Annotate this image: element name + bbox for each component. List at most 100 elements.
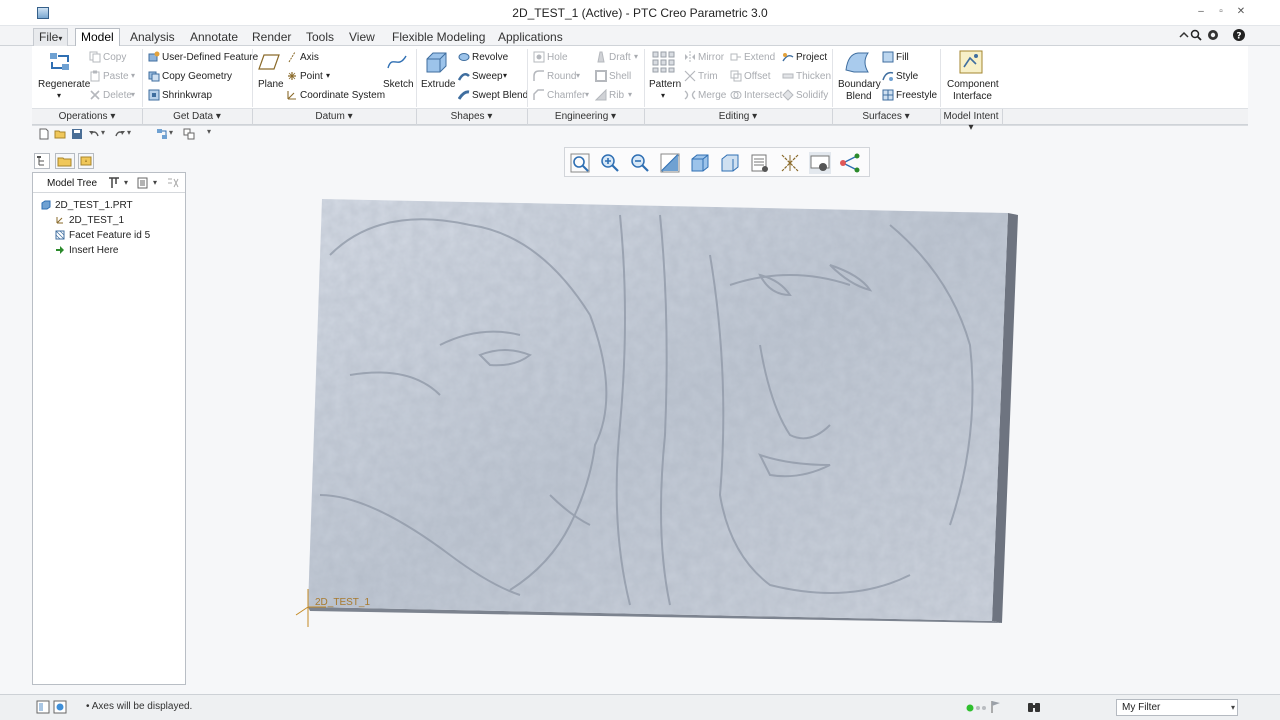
udf-button[interactable]: User-Defined Feature <box>162 52 258 63</box>
tab-model[interactable]: Model <box>75 28 120 46</box>
draft-dropdown[interactable]: ▾ <box>634 52 638 61</box>
offset-button[interactable]: Offset <box>744 71 771 82</box>
round-dropdown[interactable]: ▾ <box>576 71 580 80</box>
group-surfaces[interactable]: Surfaces ▾ <box>832 111 940 122</box>
chamfer-dropdown[interactable]: ▾ <box>585 90 589 99</box>
paste-button[interactable]: Paste <box>103 71 129 82</box>
group-shapes[interactable]: Shapes ▾ <box>416 111 527 122</box>
refit-icon[interactable] <box>569 152 591 174</box>
help-icon[interactable]: ? <box>1232 28 1246 42</box>
tab-flexible-modeling[interactable]: Flexible Modeling <box>386 28 491 46</box>
repaint-icon[interactable] <box>659 152 681 174</box>
flag-icon[interactable] <box>990 700 1002 714</box>
tab-file[interactable]: File▾ <box>33 28 69 46</box>
zoom-in-icon[interactable] <box>599 152 621 174</box>
group-editing[interactable]: Editing ▾ <box>644 111 832 122</box>
group-model-intent[interactable]: Model Intent ▾ <box>940 111 1002 133</box>
style-button[interactable]: Style <box>896 71 918 82</box>
sweep-button[interactable]: Sweep <box>472 71 503 82</box>
coordinate-system-button[interactable]: Coordinate System <box>300 90 385 101</box>
freestyle-button[interactable]: Freestyle <box>896 90 937 101</box>
delete-button[interactable]: Delete <box>103 90 132 101</box>
tab-tools[interactable]: Tools <box>300 28 340 46</box>
pattern-dropdown[interactable]: ▾ <box>661 91 665 100</box>
search-icon[interactable] <box>1190 29 1202 41</box>
thicken-button[interactable]: Thicken <box>796 71 831 82</box>
draft-button[interactable]: Draft <box>609 52 631 63</box>
selection-filter[interactable]: My Filter ▾ <box>1116 699 1238 716</box>
relief-model[interactable]: 2D_TEST_1 <box>290 195 1030 635</box>
zoom-out-icon[interactable] <box>629 152 651 174</box>
boundary-blend-button-line2[interactable]: Blend <box>846 91 872 102</box>
tree-columns-icon[interactable] <box>166 176 180 190</box>
chevron-up-icon[interactable] <box>1178 29 1190 41</box>
undo-dropdown[interactable]: ▾ <box>101 128 105 137</box>
tree-item-part[interactable]: 2D_TEST_1.PRT <box>55 200 133 211</box>
tab-annotate[interactable]: Annotate <box>184 28 244 46</box>
merge-button[interactable]: Merge <box>698 90 726 101</box>
minimize-icon[interactable]: ‒ <box>1194 5 1208 19</box>
show-icon[interactable] <box>136 176 150 190</box>
pattern-icon[interactable] <box>652 51 676 73</box>
tab-render[interactable]: Render <box>246 28 297 46</box>
revolve-button[interactable]: Revolve <box>472 52 508 63</box>
show-navigator-icon[interactable] <box>36 700 50 714</box>
favorites-tab[interactable] <box>78 153 94 169</box>
close-icon[interactable]: ✕ <box>1234 5 1248 19</box>
saved-orientations-icon[interactable] <box>719 152 741 174</box>
paste-dropdown[interactable]: ▾ <box>131 71 135 80</box>
folder-browser-tab[interactable] <box>55 153 75 169</box>
component-interface-icon[interactable] <box>959 50 983 74</box>
point-dropdown[interactable]: ▾ <box>326 71 330 80</box>
tree-settings-icon[interactable] <box>107 176 121 190</box>
copy-geometry-button[interactable]: Copy Geometry <box>162 71 232 82</box>
regenerate-dropdown[interactable]: ▾ <box>57 91 61 100</box>
tab-analysis[interactable]: Analysis <box>124 28 181 46</box>
hole-button[interactable]: Hole <box>547 52 568 63</box>
new-file-icon[interactable] <box>38 128 50 140</box>
group-operations[interactable]: Operations ▾ <box>32 111 142 122</box>
undo-icon[interactable] <box>88 128 100 140</box>
group-datum[interactable]: Datum ▾ <box>252 111 416 122</box>
regenerate-small-dropdown[interactable]: ▾ <box>169 128 173 137</box>
extrude-button[interactable]: Extrude <box>421 79 455 90</box>
view-manager-icon[interactable] <box>749 152 771 174</box>
axis-button[interactable]: Axis <box>300 52 319 63</box>
group-engineering[interactable]: Engineering ▾ <box>527 111 644 122</box>
spin-center-icon[interactable] <box>809 152 831 174</box>
regenerate-button[interactable]: Regenerate <box>38 79 90 90</box>
round-button[interactable]: Round <box>547 71 576 82</box>
save-icon[interactable] <box>71 128 83 140</box>
annotation-display-icon[interactable] <box>839 152 861 174</box>
group-get-data[interactable]: Get Data ▾ <box>142 111 252 122</box>
redo-icon[interactable] <box>114 128 126 140</box>
datum-display-filters-icon[interactable] <box>779 152 801 174</box>
open-folder-icon[interactable] <box>54 128 66 140</box>
pattern-button[interactable]: Pattern <box>649 79 681 90</box>
redo-dropdown[interactable]: ▾ <box>127 128 131 137</box>
project-button[interactable]: Project <box>796 52 827 63</box>
display-style-icon[interactable] <box>689 152 711 174</box>
tab-applications[interactable]: Applications <box>492 28 569 46</box>
plane-icon[interactable] <box>258 54 280 70</box>
sketch-icon[interactable] <box>386 52 408 72</box>
tree-item-facet-feature[interactable]: Facet Feature id 5 <box>69 230 150 241</box>
customize-dropdown[interactable]: ▾ <box>207 127 211 136</box>
show-browser-icon[interactable] <box>53 700 67 714</box>
point-button[interactable]: Point <box>300 71 323 82</box>
extend-button[interactable]: Extend <box>744 52 775 63</box>
rib-dropdown[interactable]: ▾ <box>628 90 632 99</box>
delete-dropdown[interactable]: ▾ <box>131 90 135 99</box>
boundary-blend-icon[interactable] <box>844 50 870 74</box>
maximize-icon[interactable]: ▫ <box>1214 5 1228 19</box>
extrude-icon[interactable] <box>424 50 448 74</box>
fill-button[interactable]: Fill <box>896 52 909 63</box>
regenerate-small-icon[interactable] <box>156 128 168 140</box>
sweep-dropdown[interactable]: ▾ <box>503 71 507 80</box>
gear-icon[interactable] <box>1206 28 1220 42</box>
tree-item-insert-here[interactable]: Insert Here <box>69 245 118 256</box>
model-tree-tab[interactable] <box>34 153 50 169</box>
trim-button[interactable]: Trim <box>698 71 718 82</box>
show-dropdown[interactable]: ▾ <box>153 178 157 187</box>
windows-icon[interactable] <box>183 128 195 140</box>
